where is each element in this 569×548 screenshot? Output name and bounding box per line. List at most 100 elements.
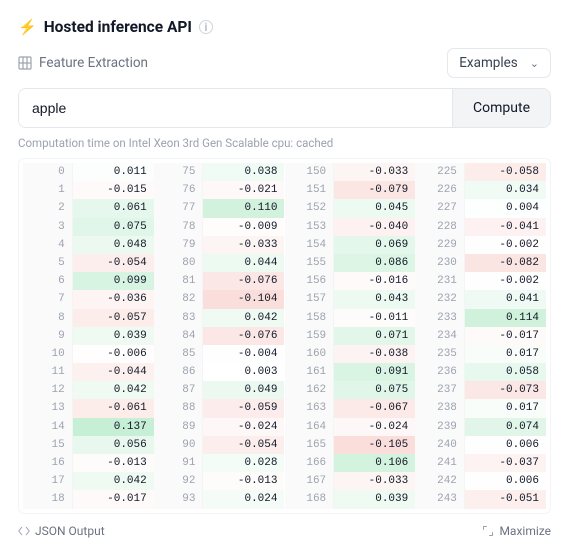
index-cell: 12 <box>23 381 73 399</box>
index-cell: 239 <box>415 418 465 436</box>
value-cell: 0.049 <box>203 381 284 399</box>
value-cell: -0.017 <box>73 490 154 508</box>
index-cell: 75 <box>154 163 204 181</box>
bolt-icon: ⚡ <box>18 18 37 36</box>
widget-footer: JSON Output Maximize <box>18 524 551 538</box>
value-cell: -0.006 <box>73 345 154 363</box>
compute-button[interactable]: Compute <box>452 89 550 127</box>
value-cell: 0.114 <box>465 309 546 327</box>
value-cell: 0.028 <box>203 454 284 472</box>
index-cell: 3 <box>23 218 73 236</box>
value-cell: -0.036 <box>73 290 154 308</box>
index-cell: 89 <box>154 418 204 436</box>
index-cell: 242 <box>415 472 465 490</box>
json-output-label: JSON Output <box>35 524 105 538</box>
index-cell: 226 <box>415 181 465 199</box>
text-input[interactable] <box>19 89 452 127</box>
widget-header: ⚡ Hosted inference API i <box>18 18 551 36</box>
index-cell: 11 <box>23 363 73 381</box>
value-cell: 0.006 <box>465 436 546 454</box>
value-cell: 0.038 <box>203 163 284 181</box>
index-cell: 86 <box>154 363 204 381</box>
index-cell: 91 <box>154 454 204 472</box>
value-cell: 0.024 <box>203 490 284 508</box>
json-output-button[interactable]: JSON Output <box>18 524 105 538</box>
inference-widget: ⚡ Hosted inference API i Feature Extract… <box>0 0 569 548</box>
value-cell: 0.041 <box>465 290 546 308</box>
index-cell: 8 <box>23 309 73 327</box>
index-cell: 7 <box>23 290 73 308</box>
index-cell: 163 <box>285 399 335 417</box>
value-cell: -0.104 <box>203 290 284 308</box>
index-cell: 88 <box>154 399 204 417</box>
value-cell: -0.044 <box>73 363 154 381</box>
value-cell: 0.069 <box>334 236 415 254</box>
index-cell: 243 <box>415 490 465 508</box>
index-cell: 1 <box>23 181 73 199</box>
examples-dropdown[interactable]: Examples ⌄ <box>447 48 551 78</box>
index-cell: 150 <box>285 163 335 181</box>
maximize-label: Maximize <box>499 524 551 538</box>
index-cell: 79 <box>154 236 204 254</box>
index-cell: 161 <box>285 363 335 381</box>
index-cell: 14 <box>23 418 73 436</box>
value-cell: -0.033 <box>334 163 415 181</box>
column-pair: 1501511521531541551561571581591601611621… <box>285 163 416 509</box>
value-cell: -0.002 <box>465 272 546 290</box>
value-cell: 0.137 <box>73 418 154 436</box>
index-cell: 6 <box>23 272 73 290</box>
value-cell: -0.061 <box>73 399 154 417</box>
index-cell: 83 <box>154 309 204 327</box>
value-cell: -0.009 <box>203 218 284 236</box>
index-cell: 78 <box>154 218 204 236</box>
value-cell: 0.042 <box>203 309 284 327</box>
index-cell: 238 <box>415 399 465 417</box>
value-cell: 0.071 <box>334 327 415 345</box>
index-cell: 232 <box>415 290 465 308</box>
value-cell: 0.006 <box>465 472 546 490</box>
task-row: Feature Extraction Examples ⌄ <box>18 48 551 78</box>
index-cell: 4 <box>23 236 73 254</box>
value-cell: 0.042 <box>73 381 154 399</box>
value-cell: 0.017 <box>465 399 546 417</box>
value-cell: 0.091 <box>334 363 415 381</box>
value-cell: 0.045 <box>334 199 415 217</box>
feature-extraction-icon <box>18 56 32 70</box>
value-cell: 0.061 <box>73 199 154 217</box>
index-cell: 15 <box>23 436 73 454</box>
index-cell: 10 <box>23 345 73 363</box>
value-cell: 0.011 <box>73 163 154 181</box>
widget-title: Hosted inference API <box>44 18 192 36</box>
value-cell: 0.075 <box>334 381 415 399</box>
index-cell: 156 <box>285 272 335 290</box>
value-cell: 0.039 <box>334 490 415 508</box>
value-cell: -0.054 <box>73 254 154 272</box>
index-cell: 235 <box>415 345 465 363</box>
index-cell: 240 <box>415 436 465 454</box>
maximize-button[interactable]: Maximize <box>482 524 551 538</box>
value-cell: 0.058 <box>465 363 546 381</box>
value-cell: -0.033 <box>334 472 415 490</box>
index-cell: 233 <box>415 309 465 327</box>
info-icon[interactable]: i <box>199 20 213 34</box>
maximize-icon <box>482 525 494 537</box>
value-cell: -0.059 <box>203 399 284 417</box>
value-cell: 0.110 <box>203 199 284 217</box>
index-cell: 158 <box>285 309 335 327</box>
value-cell: -0.073 <box>465 381 546 399</box>
value-cell: -0.021 <box>203 181 284 199</box>
value-cell: -0.067 <box>334 399 415 417</box>
value-cell: 0.056 <box>73 436 154 454</box>
value-cell: 0.034 <box>465 181 546 199</box>
value-cell: -0.016 <box>334 272 415 290</box>
value-cell: 0.043 <box>334 290 415 308</box>
index-cell: 166 <box>285 454 335 472</box>
output-grid: 01234567891011121314151617180.011-0.0150… <box>18 158 551 514</box>
index-cell: 237 <box>415 381 465 399</box>
index-cell: 76 <box>154 181 204 199</box>
value-cell: -0.041 <box>465 218 546 236</box>
value-cell: -0.057 <box>73 309 154 327</box>
value-cell: -0.037 <box>465 454 546 472</box>
index-cell: 164 <box>285 418 335 436</box>
value-cell: -0.033 <box>203 236 284 254</box>
